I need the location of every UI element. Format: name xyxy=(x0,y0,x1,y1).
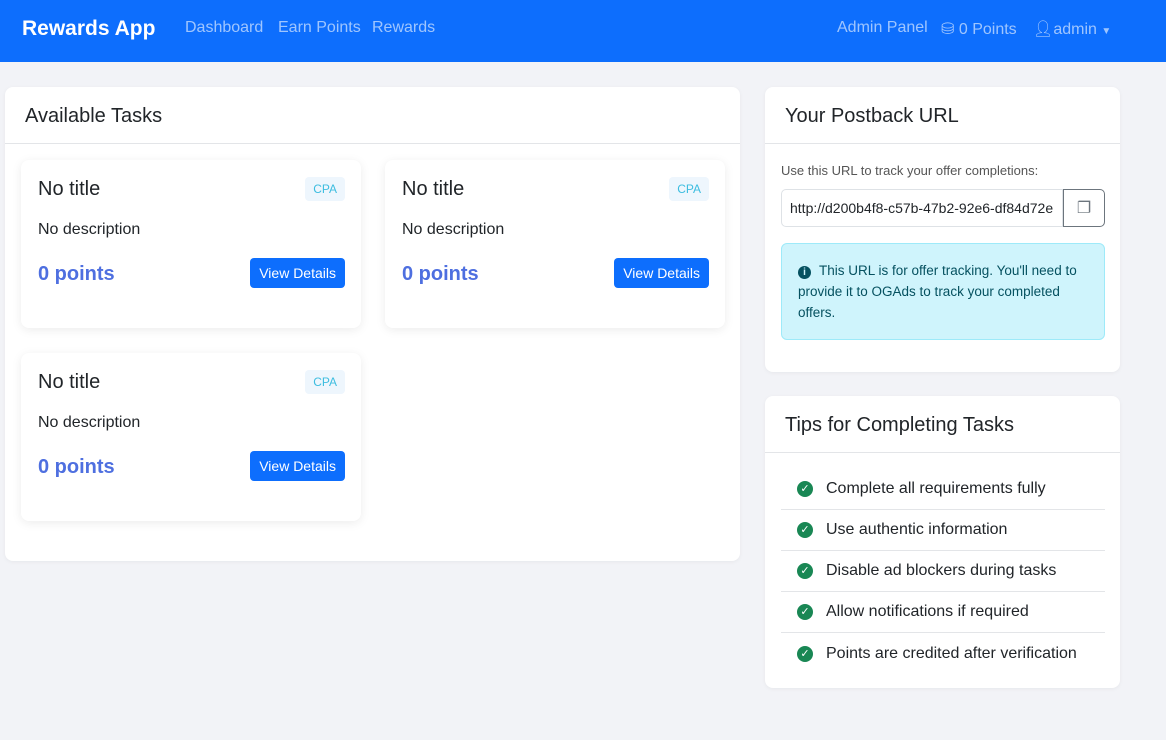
check-circle-icon: ✓ xyxy=(797,522,813,538)
postback-url-input[interactable] xyxy=(781,189,1063,227)
user-dropdown[interactable]: 👤︎admin ▼ xyxy=(1033,19,1111,39)
postback-label: Use this URL to track your offer complet… xyxy=(781,163,1039,178)
check-circle-icon: ✓ xyxy=(797,645,813,662)
task-description: No description xyxy=(402,221,505,238)
task-type-badge: CPA xyxy=(305,177,345,201)
view-details-button[interactable]: View Details xyxy=(250,451,345,481)
task-points: 0 points xyxy=(38,456,115,478)
tip-item: ✓ Use authentic information xyxy=(781,510,1105,551)
task-card: No title CPA No description 0 points Vie… xyxy=(385,160,725,328)
card-title: Tips for Completing Tasks xyxy=(765,396,1120,453)
check-circle-icon: ✓ xyxy=(797,481,813,497)
view-details-button[interactable]: View Details xyxy=(614,258,709,288)
points-label: 0 Points xyxy=(958,21,1017,38)
tip-item: ✓ Points are credited after verification xyxy=(781,633,1105,674)
task-points: 0 points xyxy=(38,263,115,285)
copy-button[interactable]: ❐ xyxy=(1063,189,1105,227)
coins-icon: ⛁ xyxy=(941,21,955,38)
tip-item: ✓ Allow notifications if required xyxy=(781,592,1105,633)
info-alert: i This URL is for offer tracking. You'll … xyxy=(781,243,1105,340)
tip-text: Allow notifications if required xyxy=(826,603,1029,620)
tip-text: Disable ad blockers during tasks xyxy=(826,562,1057,579)
info-icon: i xyxy=(798,266,811,279)
copy-icon: ❐ xyxy=(1076,200,1092,217)
nav-rewards[interactable]: Rewards xyxy=(372,19,435,37)
tip-text: Complete all requirements fully xyxy=(826,480,1046,497)
user-name: admin xyxy=(1053,21,1097,38)
task-title: No title xyxy=(402,178,465,200)
tip-text: Points are credited after verification xyxy=(826,644,1077,662)
user-icon: 👤︎ xyxy=(1033,21,1054,38)
info-text: This URL is for offer tracking. You'll n… xyxy=(798,263,1077,320)
task-description: No description xyxy=(38,221,141,238)
brand-logo[interactable]: Rewards App xyxy=(22,17,155,41)
task-description: No description xyxy=(38,414,141,431)
task-title: No title xyxy=(38,178,101,200)
task-card: No title CPA No description 0 points Vie… xyxy=(21,160,361,328)
tips-card: Tips for Completing Tasks ✓ Complete all … xyxy=(765,396,1120,688)
postback-card: Your Postback URL Use this URL to track … xyxy=(765,87,1120,372)
navbar: Rewards App Dashboard Earn Points Reward… xyxy=(0,0,1166,62)
nav-dashboard[interactable]: Dashboard xyxy=(185,19,263,37)
card-title: Your Postback URL xyxy=(765,87,1120,144)
view-details-button[interactable]: View Details xyxy=(250,258,345,288)
caret-down-icon: ▼ xyxy=(1101,26,1112,37)
nav-admin-panel[interactable]: Admin Panel xyxy=(837,19,928,37)
tips-list: ✓ Complete all requirements fully ✓ Use au… xyxy=(781,469,1105,674)
task-type-badge: CPA xyxy=(305,370,345,394)
check-circle-icon: ✓ xyxy=(797,604,813,620)
available-tasks-card: Available Tasks No title CPA No descript… xyxy=(5,87,740,561)
postback-input-group: ❐ xyxy=(781,189,1105,227)
task-title: No title xyxy=(38,371,101,393)
nav-points[interactable]: ⛁ 0 Points xyxy=(941,19,1017,39)
tip-item: ✓ Complete all requirements fully xyxy=(781,469,1105,510)
task-card: No title CPA No description 0 points Vie… xyxy=(21,353,361,521)
task-type-badge: CPA xyxy=(669,177,709,201)
nav-earn-points[interactable]: Earn Points xyxy=(278,19,361,37)
check-circle-icon: ✓ xyxy=(797,563,813,579)
card-title: Available Tasks xyxy=(5,87,740,144)
task-points: 0 points xyxy=(402,263,479,285)
tip-item: ✓ Disable ad blockers during tasks xyxy=(781,551,1105,592)
tip-text: Use authentic information xyxy=(826,521,1008,538)
